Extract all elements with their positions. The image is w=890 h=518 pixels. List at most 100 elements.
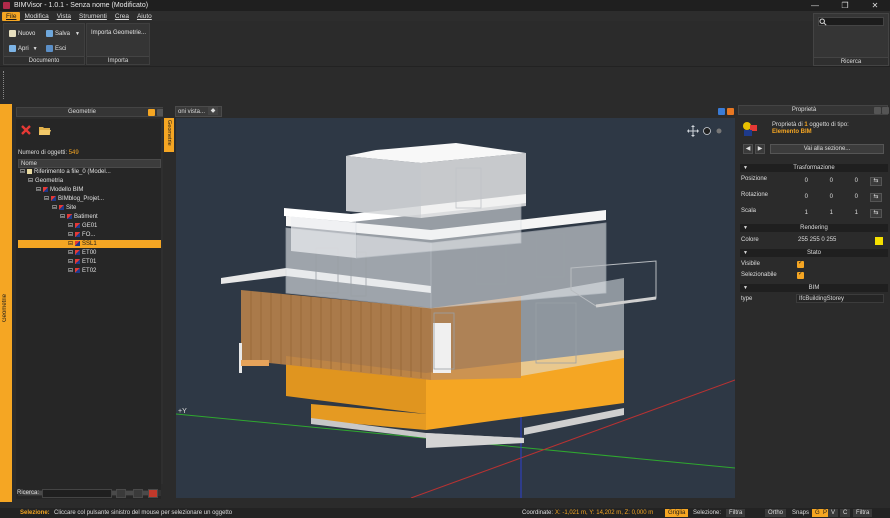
ortho-toggle[interactable]: Ortho [765, 509, 787, 517]
tree-item[interactable]: ⊟ ET02 [18, 267, 161, 275]
expand-icon[interactable]: ⊟ [68, 259, 73, 265]
expand-icon[interactable]: ⊟ [28, 178, 33, 184]
close-window-button[interactable]: ✕ [860, 0, 890, 11]
scala-y[interactable]: 1 [823, 210, 833, 216]
type-value[interactable]: IfcBuildingStorey [796, 294, 884, 303]
expand-icon[interactable]: ⊟ [60, 214, 65, 220]
close-icon[interactable] [148, 489, 158, 498]
chevron-down-icon[interactable]: ▼ [75, 31, 80, 37]
edit-icon[interactable] [116, 489, 126, 498]
posizione-x[interactable]: 0 [798, 178, 808, 184]
close-view-icon[interactable] [727, 108, 734, 115]
color-swatch[interactable] [875, 237, 883, 245]
menu-crea[interactable]: Crea [111, 12, 133, 21]
tree-item-label: Modello BIM [50, 187, 84, 193]
nuovo-button[interactable]: Nuovo [9, 30, 35, 37]
rotazione-z[interactable]: 0 [848, 194, 858, 200]
tree-item[interactable]: ⊟ Batiment [18, 213, 161, 221]
close-panel-icon[interactable] [882, 107, 889, 114]
float-panel-icon[interactable] [874, 107, 881, 114]
importa-geometrie-button[interactable]: Importa Geometrie... [91, 30, 146, 36]
menu-vista[interactable]: Vista [53, 12, 75, 21]
expand-icon[interactable]: ⊟ [68, 250, 73, 256]
expand-icon[interactable]: ⊟ [68, 241, 73, 247]
maximize-button[interactable]: ❐ [830, 0, 860, 11]
apri-button[interactable]: Apri ▼ [9, 45, 38, 52]
importa-group-label: Importa [87, 56, 149, 64]
expand-icon[interactable]: ⊟ [68, 232, 73, 238]
zoom-icon[interactable] [716, 128, 722, 134]
tree-column-header[interactable]: Nome [18, 159, 161, 168]
tree-item[interactable]: ⊟ GE01 [18, 222, 161, 230]
tree-search-input[interactable] [42, 489, 112, 498]
expand-icon[interactable]: ⊟ [68, 268, 73, 274]
tree-item[interactable]: ⊟ Geometria [18, 177, 161, 185]
scala-x[interactable]: 1 [798, 210, 808, 216]
viewport-side-tab: Geometrie [163, 118, 175, 498]
section-rendering[interactable]: ▼ Rendering [740, 224, 888, 232]
expand-icon[interactable]: ⊟ [44, 196, 49, 202]
forward-icon[interactable]: ▶ [755, 144, 765, 154]
toolbar-drag-handle[interactable] [3, 71, 5, 99]
navigation-gizmo[interactable] [687, 125, 722, 137]
tree-item[interactable]: ⊟ Riferimento a file_0 (Model... [18, 168, 161, 176]
tree-item[interactable]: ⊟ Modello BIM [18, 186, 161, 194]
delete-icon[interactable] [20, 124, 32, 136]
expand-icon[interactable]: ⊟ [52, 205, 57, 211]
ricerca-input[interactable] [818, 17, 884, 26]
menu-aiuto[interactable]: Aiuto [133, 12, 156, 21]
salva-button[interactable]: Salva ▼ [46, 30, 80, 37]
scala-z[interactable]: 1 [848, 210, 858, 216]
open-folder-icon[interactable] [38, 124, 52, 136]
properties-nav: ◀ ▶ Vai alla sezione... [738, 142, 888, 156]
snap-filtra-button[interactable]: Filtra [853, 509, 873, 517]
selezionabile-checkbox[interactable] [797, 270, 804, 279]
esci-button[interactable]: Esci [46, 45, 66, 52]
save-icon [46, 30, 53, 37]
geometrie-viewport-tab[interactable]: Geometrie [164, 118, 174, 152]
clear-icon[interactable] [133, 489, 143, 498]
back-icon[interactable]: ◀ [743, 144, 753, 154]
filtra-button[interactable]: Filtra [726, 509, 746, 517]
geometrie-side-tab[interactable]: Geometrie [0, 104, 12, 502]
section-transform[interactable]: ▼ Trasformazione [740, 164, 888, 172]
section-stato[interactable]: ▼ Stato [740, 249, 888, 257]
minimize-button[interactable]: — [800, 0, 830, 11]
dock-icon[interactable] [718, 108, 725, 115]
section-bim[interactable]: ▼ BIM [740, 284, 888, 292]
tree-item[interactable]: ⊟ ET00 [18, 249, 161, 257]
add-tab-button[interactable]: ◆ [208, 107, 218, 115]
building-scene[interactable]: +Y [176, 118, 735, 498]
panel-options-icon[interactable] [148, 109, 155, 116]
goto-section-button[interactable]: Vai alla sezione... [770, 144, 884, 154]
snap-v-toggle[interactable]: V [828, 509, 839, 517]
snap-c-toggle[interactable]: C [840, 509, 851, 517]
chevron-down-icon[interactable]: ▼ [33, 46, 38, 52]
search-icon [819, 18, 827, 26]
tree-item[interactable]: ⊟ SSL1 [18, 240, 161, 248]
reset-scala-icon[interactable]: ⇆ [870, 209, 882, 218]
3d-viewport[interactable]: +Y [176, 118, 735, 498]
visibile-checkbox[interactable] [797, 259, 804, 268]
expand-icon[interactable]: ⊟ [20, 169, 25, 175]
importa-group: Importa Geometrie... Importa [86, 23, 150, 65]
expand-icon[interactable]: ⊟ [68, 223, 73, 229]
expand-icon[interactable]: ⊟ [36, 187, 41, 193]
rotazione-x[interactable]: 0 [798, 194, 808, 200]
reset-rotazione-icon[interactable]: ⇆ [870, 193, 882, 202]
griglia-toggle[interactable]: Griglia [665, 509, 689, 517]
pan-icon[interactable] [687, 125, 699, 137]
orbit-icon[interactable] [703, 127, 711, 135]
tree-item[interactable]: ⊟ BIMblog_Projet... [18, 195, 161, 203]
menu-modifica[interactable]: Modifica [20, 12, 52, 21]
posizione-y[interactable]: 0 [823, 178, 833, 184]
tree-item[interactable]: ⊟ Site [18, 204, 161, 212]
reset-posizione-icon[interactable]: ⇆ [870, 177, 882, 186]
posizione-z[interactable]: 0 [848, 178, 858, 184]
rotazione-y[interactable]: 0 [823, 194, 833, 200]
tree-item[interactable]: ⊟ FO... [18, 231, 161, 239]
menu-strumenti[interactable]: Strumenti [75, 12, 111, 21]
tree-item[interactable]: ⊟ ET01 [18, 258, 161, 266]
menu-file[interactable]: File [2, 11, 21, 21]
colore-value[interactable]: 255 255 0 255 [798, 237, 836, 243]
